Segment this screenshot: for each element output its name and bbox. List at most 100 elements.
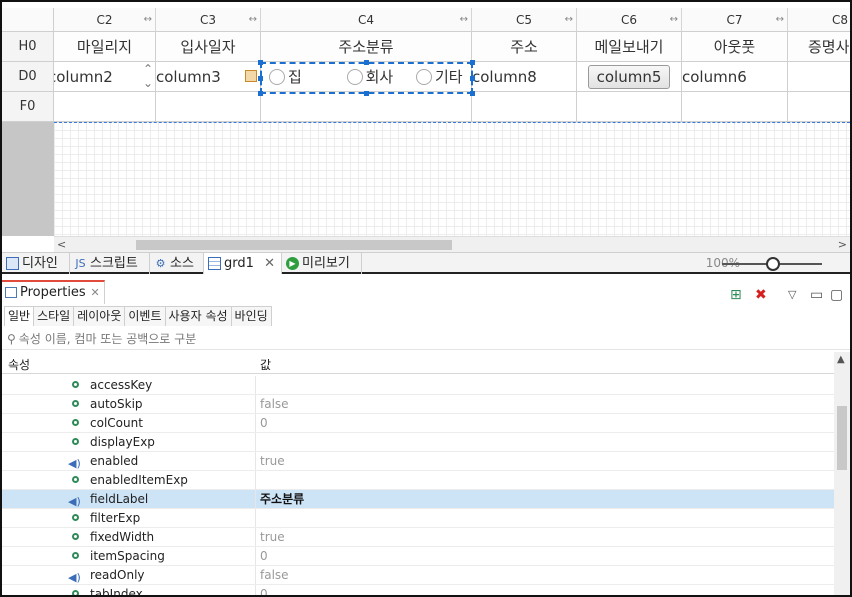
zoom-slider[interactable] bbox=[722, 257, 822, 271]
resize-icon[interactable]: ↔ bbox=[670, 8, 678, 32]
column-header-c4[interactable]: C4 ↔ bbox=[261, 8, 472, 32]
property-row[interactable]: tabIndex 0 bbox=[2, 585, 834, 595]
resize-handle[interactable] bbox=[470, 91, 475, 96]
column-divider bbox=[255, 490, 256, 508]
property-row[interactable]: ◀) fieldLabel 주소분류 bbox=[2, 490, 834, 509]
property-value[interactable]: 0 bbox=[260, 414, 268, 432]
row-label-h0[interactable]: H0 bbox=[2, 32, 54, 62]
footer-cell[interactable] bbox=[156, 92, 261, 122]
header-cell-certificate[interactable]: 증명사 bbox=[788, 32, 850, 62]
property-value[interactable]: false bbox=[260, 395, 289, 413]
property-row[interactable]: enabledItemExp bbox=[2, 471, 834, 490]
footer-cell[interactable] bbox=[788, 92, 850, 122]
tab-design[interactable]: 디자인 bbox=[2, 253, 70, 274]
property-row[interactable]: colCount 0 bbox=[2, 414, 834, 433]
header-cell-address[interactable]: 주소 bbox=[472, 32, 577, 62]
scroll-thumb[interactable] bbox=[136, 240, 452, 250]
property-name: autoSkip bbox=[90, 397, 143, 411]
column-divider bbox=[255, 471, 256, 489]
header-cell-output[interactable]: 아웃풋 bbox=[682, 32, 788, 62]
subtab-user-properties[interactable]: 사용자 속성 bbox=[164, 306, 232, 326]
zoom-slider-knob[interactable] bbox=[766, 257, 780, 271]
view-menu-icon[interactable]: ▽ bbox=[788, 288, 796, 302]
property-row[interactable]: ◀) enabled true bbox=[2, 452, 834, 471]
data-cell-c5[interactable]: column8 bbox=[472, 62, 577, 92]
property-row[interactable]: ◀) readOnly false bbox=[2, 566, 834, 585]
column-header-c6[interactable]: C6 ↔ bbox=[577, 8, 682, 32]
tab-source[interactable]: ⚙ 소스 bbox=[150, 253, 204, 274]
tab-script[interactable]: JS 스크립트 bbox=[70, 253, 150, 274]
property-row[interactable]: displayExp bbox=[2, 433, 834, 452]
resize-icon[interactable]: ↔ bbox=[460, 8, 468, 32]
property-value[interactable]: 주소분류 bbox=[260, 490, 304, 508]
resize-handle[interactable] bbox=[470, 76, 475, 81]
property-row[interactable]: fixedWidth true bbox=[2, 528, 834, 547]
delete-icon[interactable]: ✖ bbox=[755, 288, 767, 302]
property-row[interactable]: accessKey bbox=[2, 376, 834, 395]
horizontal-scrollbar[interactable]: < > bbox=[54, 236, 850, 252]
resize-handle[interactable] bbox=[364, 60, 369, 65]
close-icon[interactable]: ✕ bbox=[90, 282, 99, 304]
footer-cell[interactable] bbox=[577, 92, 682, 122]
resize-handle[interactable] bbox=[364, 91, 369, 96]
scroll-left-icon[interactable]: < bbox=[57, 237, 66, 252]
resize-handle[interactable] bbox=[470, 60, 475, 65]
subtab-events[interactable]: 이벤트 bbox=[124, 306, 166, 326]
tab-preview[interactable]: ▶ 미리보기 bbox=[282, 253, 362, 274]
subtab-layout[interactable]: 레이아웃 bbox=[73, 306, 126, 326]
property-filter-input[interactable]: ⚲ 속성 이름, 컴마 또는 공백으로 구분 bbox=[2, 328, 850, 350]
calendar-icon[interactable] bbox=[245, 70, 257, 82]
column-header-c8[interactable]: C8 bbox=[788, 8, 850, 32]
header-cell-address-type[interactable]: 주소분류 bbox=[261, 32, 472, 62]
property-row[interactable]: filterExp bbox=[2, 509, 834, 528]
resize-handle[interactable] bbox=[258, 60, 263, 65]
resize-icon[interactable]: ↔ bbox=[565, 8, 573, 32]
subtab-binding[interactable]: 바인딩 bbox=[230, 306, 272, 326]
column-header-c2[interactable]: C2 ↔ bbox=[54, 8, 156, 32]
resize-icon[interactable]: ↔ bbox=[776, 8, 784, 32]
tab-grd1[interactable]: grd1 ✕ bbox=[204, 253, 282, 274]
property-value[interactable]: false bbox=[260, 566, 289, 584]
properties-tab[interactable]: Properties ✕ bbox=[2, 280, 105, 304]
footer-cell[interactable] bbox=[261, 92, 472, 122]
row-label-d0[interactable]: D0 bbox=[2, 62, 54, 92]
mail-button[interactable]: column5 bbox=[587, 65, 671, 89]
column-header-c7[interactable]: C7 ↔ bbox=[682, 8, 788, 32]
property-row[interactable]: autoSkip false bbox=[2, 395, 834, 414]
spin-icon[interactable]: ⌃ ⌄ bbox=[143, 62, 153, 90]
close-icon[interactable]: ✕ bbox=[264, 253, 275, 274]
property-row[interactable]: itemSpacing 0 bbox=[2, 547, 834, 566]
data-cell-c6[interactable]: column5 bbox=[577, 62, 682, 92]
subtab-general[interactable]: 일반 bbox=[4, 306, 35, 326]
property-value[interactable]: true bbox=[260, 528, 285, 546]
resize-icon[interactable]: ↔ bbox=[249, 8, 257, 32]
data-cell-c2[interactable]: column2 ⌃ ⌄ bbox=[54, 62, 156, 92]
vertical-scrollbar[interactable]: ▲ bbox=[834, 352, 850, 595]
grid-designer[interactable]: C2 ↔ C3 ↔ C4 ↔ C5 ↔ C6 ↔ C7 ↔ C8 H0 D0 F0 마일리지… bbox=[2, 2, 850, 252]
resize-handle[interactable] bbox=[258, 76, 263, 81]
footer-cell[interactable] bbox=[54, 92, 156, 122]
header-cell-send-mail[interactable]: 메일보내기 bbox=[577, 32, 682, 62]
data-cell-c8[interactable] bbox=[788, 62, 850, 92]
scroll-right-icon[interactable]: > bbox=[838, 237, 847, 252]
resize-icon[interactable]: ↔ bbox=[144, 8, 152, 32]
data-cell-c3[interactable]: column3 bbox=[156, 62, 261, 92]
column-header-c5[interactable]: C5 ↔ bbox=[472, 8, 577, 32]
maximize-icon[interactable]: ▢ bbox=[830, 288, 843, 302]
data-cell-c7[interactable]: column6 bbox=[682, 62, 788, 92]
header-cell-mileage[interactable]: 마일리지 bbox=[54, 32, 156, 62]
header-cell-hire-date[interactable]: 입사일자 bbox=[156, 32, 261, 62]
new-icon[interactable]: ⊞ bbox=[730, 288, 742, 302]
scroll-thumb[interactable] bbox=[837, 406, 847, 470]
property-value[interactable]: 0 bbox=[260, 547, 268, 565]
resize-handle[interactable] bbox=[258, 91, 263, 96]
property-value[interactable]: true bbox=[260, 452, 285, 470]
column-header-c3[interactable]: C3 ↔ bbox=[156, 8, 261, 32]
row-label-f0[interactable]: F0 bbox=[2, 92, 54, 122]
scroll-up-icon[interactable]: ▲ bbox=[837, 354, 845, 365]
property-value[interactable]: 0 bbox=[260, 585, 268, 595]
footer-cell[interactable] bbox=[472, 92, 577, 122]
minimize-icon[interactable]: ▭ bbox=[810, 288, 823, 302]
subtab-style[interactable]: 스타일 bbox=[33, 306, 75, 326]
footer-cell[interactable] bbox=[682, 92, 788, 122]
